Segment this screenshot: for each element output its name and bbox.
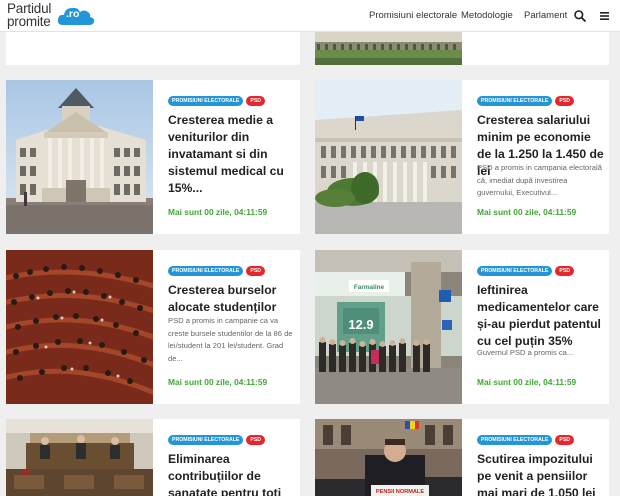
previous-card-left[interactable]: [6, 32, 300, 65]
card-title[interactable]: Ieftinirea medicamentelor care și-au pie…: [477, 282, 607, 350]
previous-card-right[interactable]: [315, 32, 609, 65]
party-tag[interactable]: PSD: [246, 266, 266, 276]
countdown-timer: Mai sunt 00 zile, 04:11:59: [477, 207, 577, 217]
category-tag[interactable]: Promisiuni electorale: [477, 266, 553, 276]
site-header: Partidul promite .ro Promisiuni electora…: [0, 0, 620, 32]
card-thumbnail[interactable]: [315, 80, 462, 234]
logo-line2: promite: [7, 14, 51, 29]
party-tag[interactable]: PSD: [555, 96, 575, 106]
previous-card-thumbnail: [315, 32, 462, 65]
promise-card[interactable]: Promisiuni electorale PSD Cresterea burse…: [6, 250, 300, 404]
hamburger-menu-icon: [600, 12, 609, 20]
category-tag[interactable]: Promisiuni electorale: [168, 266, 244, 276]
card-body: Promisiuni electorale PSD Cresterea burse…: [153, 250, 300, 404]
card-body: Promisiuni electorale PSD Cresterea medie…: [153, 80, 300, 234]
category-tag[interactable]: Promisiuni electorale: [477, 96, 553, 106]
party-tag[interactable]: PSD: [246, 435, 266, 445]
promise-card[interactable]: PENSII NORMALE Promisiuni electorale PSD …: [315, 419, 609, 496]
category-tag[interactable]: Promisiuni electorale: [477, 435, 553, 445]
countdown-timer: Mai sunt 00 zile, 04:11:59: [168, 377, 268, 387]
protest-banner: PENSII NORMALE: [376, 489, 424, 495]
site-logo[interactable]: Partidul promite .ro: [7, 1, 97, 31]
card-thumbnail[interactable]: [6, 80, 153, 234]
card-thumbnail[interactable]: [6, 250, 153, 404]
category-tag[interactable]: Promisiuni electorale: [168, 96, 244, 106]
card-title[interactable]: Cresterea medie a veniturilor din invata…: [168, 112, 298, 197]
party-tag[interactable]: PSD: [555, 266, 575, 276]
countdown-timer: Mai sunt 00 zile, 04:11:59: [168, 207, 268, 217]
category-tag[interactable]: Promisiuni electorale: [168, 435, 244, 445]
card-body: Promisiuni electorale PSD Scutirea impozi…: [462, 419, 609, 496]
card-excerpt: PSD a promis in campanie ca va creste bu…: [168, 316, 293, 363]
card-body: Promisiuni electorale PSD Cresterea salar…: [462, 80, 609, 234]
countdown-timer: Mai sunt 00 zile, 04:11:59: [477, 377, 577, 387]
pharmacy-price: 12.9: [348, 317, 373, 332]
party-tag[interactable]: PSD: [246, 96, 266, 106]
menu-button[interactable]: [598, 9, 612, 23]
card-body: Promisiuni electorale PSD Ieftinirea medi…: [462, 250, 609, 404]
card-thumbnail[interactable]: [6, 419, 153, 496]
card-excerpt: PSD a promis in campania electorală că, …: [477, 163, 602, 197]
card-excerpt: Guvernul PSD a promis ca...: [477, 348, 574, 357]
card-thumbnail[interactable]: Farmaline 12.9: [315, 250, 462, 404]
nav-parlament[interactable]: Parlament: [524, 0, 567, 32]
card-thumbnail[interactable]: PENSII NORMALE: [315, 419, 462, 496]
card-body: Promisiuni electorale PSD Eliminarea cont…: [153, 419, 300, 496]
promise-card[interactable]: Farmaline 12.9 Promisiuni electorale PSD …: [315, 250, 609, 404]
promise-card[interactable]: Promisiuni electorale PSD Cresterea medie…: [6, 80, 300, 234]
pharmacy-sign: Farmaline: [354, 284, 385, 291]
search-icon: [574, 10, 586, 22]
nav-promisiuni-electorale[interactable]: Promisiuni electorale: [369, 0, 457, 32]
logo-ro: .ro: [66, 8, 80, 20]
nav-metodologie[interactable]: Metodologie: [461, 0, 513, 32]
card-title[interactable]: Eliminarea contribuțiilor de sanatate pe…: [168, 451, 298, 496]
promise-card[interactable]: Promisiuni electorale PSD Cresterea salar…: [315, 80, 609, 234]
party-tag[interactable]: PSD: [555, 435, 575, 445]
card-title[interactable]: Scutirea impozitului pe venit a pensiilo…: [477, 451, 607, 496]
card-title[interactable]: Cresterea burselor alocate studenților: [168, 282, 298, 316]
promise-card[interactable]: Promisiuni electorale PSD Eliminarea cont…: [6, 419, 300, 496]
search-button[interactable]: [573, 9, 587, 23]
